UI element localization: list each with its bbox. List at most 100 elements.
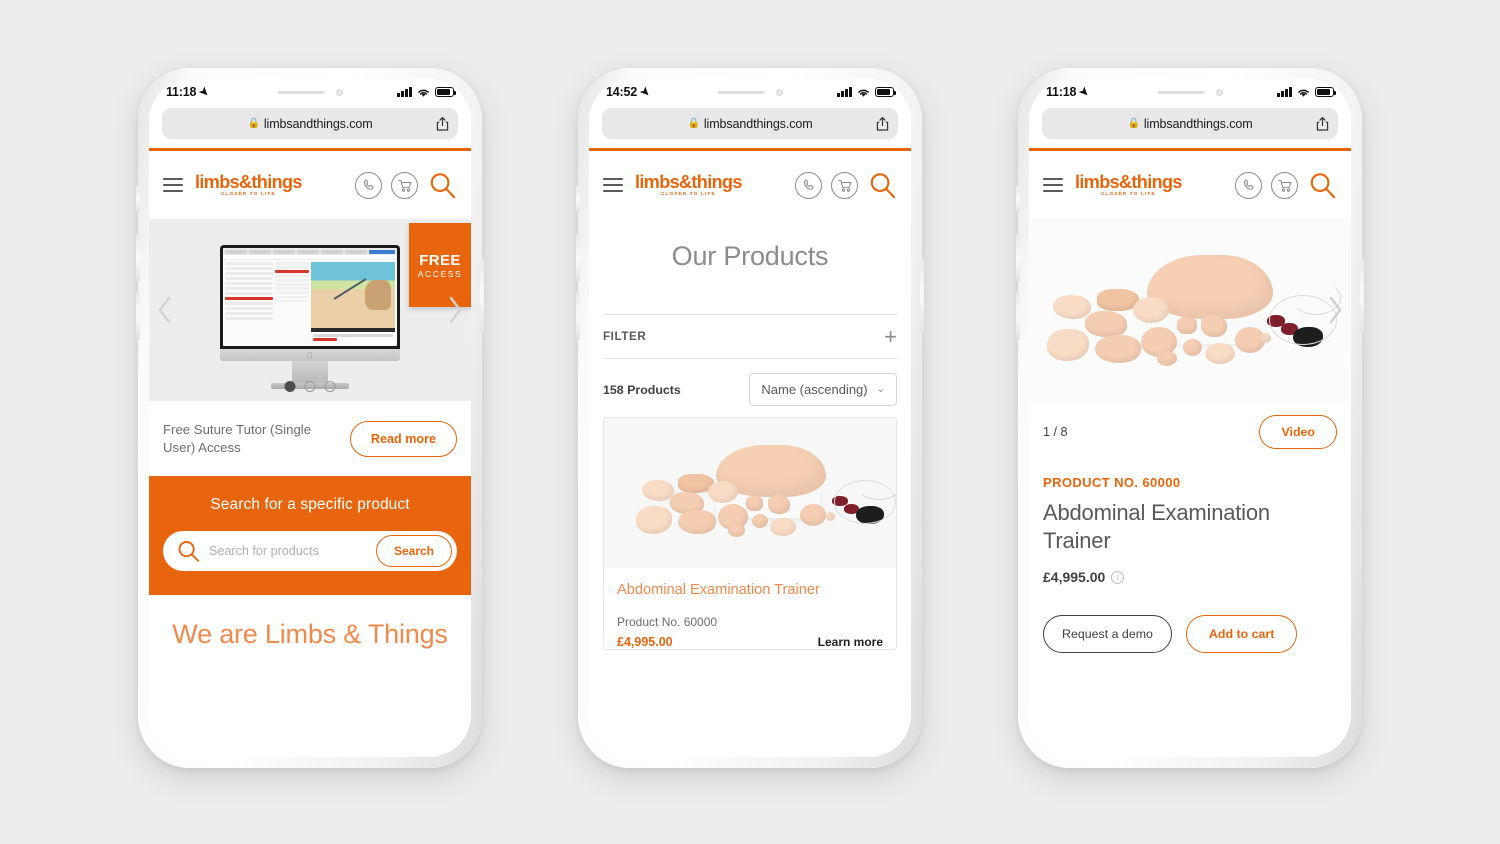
- cart-icon[interactable]: [1271, 171, 1298, 199]
- sort-select[interactable]: Name (ascending) ⌄: [749, 373, 897, 406]
- notch: [1115, 79, 1265, 105]
- home-headline: We are Limbs & Things: [149, 595, 471, 652]
- mute-switch[interactable]: [576, 186, 580, 212]
- promo-row: Free Suture Tutor (Single User) Access R…: [149, 401, 471, 476]
- logo-tagline: CLOSER TO LIFE: [221, 191, 276, 197]
- wifi-icon: [418, 89, 429, 97]
- header-icons: [1235, 170, 1337, 200]
- mute-switch[interactable]: [136, 186, 140, 212]
- phone-product-device: 11:18 ➤ 🔒 limbsandthings.com limbs&thing…: [1016, 68, 1364, 768]
- status-time: 11:18: [1046, 85, 1077, 99]
- learn-more-link[interactable]: Learn more: [818, 635, 883, 649]
- product-gallery[interactable]: [1029, 219, 1351, 401]
- phone-icon[interactable]: [1235, 171, 1262, 199]
- add-to-cart-button[interactable]: Add to cart: [1185, 615, 1298, 653]
- site-logo[interactable]: limbs&things CLOSER TO LIFE: [195, 173, 302, 197]
- page-title: Our Products: [671, 241, 829, 271]
- browser-toolbar: 🔒 limbsandthings.com: [149, 105, 471, 148]
- location-arrow-icon: ➤: [637, 84, 653, 100]
- site-logo[interactable]: limbs&things CLOSER TO LIFE: [635, 173, 742, 197]
- phone-icon[interactable]: [795, 171, 822, 199]
- phone-home-screen: 11:18 ➤ 🔒 limbsandthings.com limbs&thing…: [149, 79, 471, 757]
- product-count: 158 Products: [603, 382, 681, 397]
- cart-icon[interactable]: [391, 171, 418, 199]
- earpiece-speaker: [277, 90, 324, 94]
- hamburger-menu-icon[interactable]: [1043, 177, 1063, 193]
- carousel-dot-1[interactable]: [284, 381, 296, 392]
- status-time: 11:18: [166, 85, 197, 99]
- battery-icon: [1315, 87, 1337, 97]
- sort-row: 158 Products Name (ascending) ⌄: [603, 359, 897, 417]
- request-demo-button[interactable]: Request a demo: [1043, 615, 1172, 653]
- header-icons: [795, 170, 897, 200]
- power-button[interactable]: [1360, 258, 1364, 334]
- phone-icon[interactable]: [355, 171, 382, 199]
- info-icon[interactable]: i: [1111, 570, 1125, 584]
- badge-line-2: ACCESS: [417, 268, 463, 279]
- search-icon[interactable]: [1307, 170, 1337, 200]
- home-carousel[interactable]:  FREE ACCESS: [149, 219, 471, 401]
- search-input[interactable]: Search for products: [209, 544, 368, 558]
- product-card[interactable]: Abdominal Examination Trainer Product No…: [603, 417, 897, 651]
- carousel-dot-3[interactable]: [324, 381, 336, 392]
- search-icon[interactable]: [427, 170, 457, 200]
- product-search-band: Search for a specific product Search for…: [149, 476, 471, 595]
- site-header: limbs&things CLOSER TO LIFE: [149, 151, 471, 219]
- lock-icon: 🔒: [687, 118, 700, 129]
- battery-icon: [435, 87, 457, 97]
- browser-toolbar: 🔒 limbsandthings.com: [1029, 105, 1351, 148]
- header-icons: [355, 170, 457, 200]
- hamburger-menu-icon[interactable]: [603, 177, 623, 193]
- carousel-dot-2[interactable]: [304, 381, 316, 392]
- url-text: limbsandthings.com: [703, 116, 813, 131]
- volume-down-button[interactable]: [1016, 292, 1020, 340]
- share-icon[interactable]: [876, 116, 889, 131]
- search-icon[interactable]: [867, 170, 897, 200]
- volume-up-button[interactable]: [136, 234, 140, 282]
- product-name[interactable]: Abdominal Examination Trainer: [617, 581, 883, 600]
- product-price: £4,995.00: [617, 635, 673, 650]
- price-value: £4,995.00: [1043, 569, 1106, 585]
- mute-switch[interactable]: [1016, 186, 1020, 212]
- volume-down-button[interactable]: [136, 292, 140, 340]
- status-time: 14:52: [606, 85, 637, 99]
- search-submit-button[interactable]: Search: [375, 535, 452, 567]
- carousel-dots[interactable]: [284, 381, 336, 392]
- power-button[interactable]: [920, 258, 924, 334]
- video-button[interactable]: Video: [1259, 415, 1337, 449]
- cellular-bars-icon: [1277, 87, 1292, 97]
- wifi-icon: [858, 89, 869, 97]
- plus-icon[interactable]: +: [884, 325, 897, 348]
- lock-icon: 🔒: [1127, 118, 1140, 129]
- site-header: limbs&things CLOSER TO LIFE: [1029, 151, 1351, 219]
- promo-text: Free Suture Tutor (Single User) Access: [163, 422, 312, 455]
- address-bar[interactable]: 🔒 limbsandthings.com: [602, 108, 898, 139]
- chevron-right-icon[interactable]: [448, 296, 462, 324]
- address-bar[interactable]: 🔒 limbsandthings.com: [162, 108, 458, 139]
- search-heading: Search for a specific product: [210, 496, 410, 513]
- read-more-button[interactable]: Read more: [349, 420, 457, 457]
- share-icon[interactable]: [436, 116, 449, 131]
- share-icon[interactable]: [1316, 116, 1329, 131]
- cart-icon[interactable]: [831, 171, 858, 199]
- power-button[interactable]: [480, 258, 484, 334]
- notch: [675, 79, 825, 105]
- battery-icon: [875, 87, 897, 97]
- hamburger-menu-icon[interactable]: [163, 177, 183, 193]
- wifi-icon: [1298, 89, 1309, 97]
- gallery-counter: 1 / 8: [1043, 425, 1068, 439]
- product-detail: PRODUCT NO. 60000 Abdominal Examination …: [1029, 449, 1351, 585]
- search-field-wrapper[interactable]: Search for products Search: [163, 531, 457, 571]
- volume-up-button[interactable]: [576, 234, 580, 282]
- front-camera: [335, 88, 343, 96]
- filter-row[interactable]: FILTER +: [603, 314, 897, 359]
- chevron-left-icon[interactable]: [158, 296, 172, 324]
- volume-down-button[interactable]: [576, 292, 580, 340]
- suture-tutor-screenshot: : [220, 245, 400, 389]
- site-logo[interactable]: limbs&things CLOSER TO LIFE: [1075, 173, 1182, 197]
- address-bar[interactable]: 🔒 limbsandthings.com: [1042, 108, 1338, 139]
- volume-up-button[interactable]: [1016, 234, 1020, 282]
- front-camera: [775, 88, 783, 96]
- gallery-toolbar: 1 / 8 Video: [1029, 401, 1351, 449]
- chevron-right-icon[interactable]: [1328, 296, 1342, 324]
